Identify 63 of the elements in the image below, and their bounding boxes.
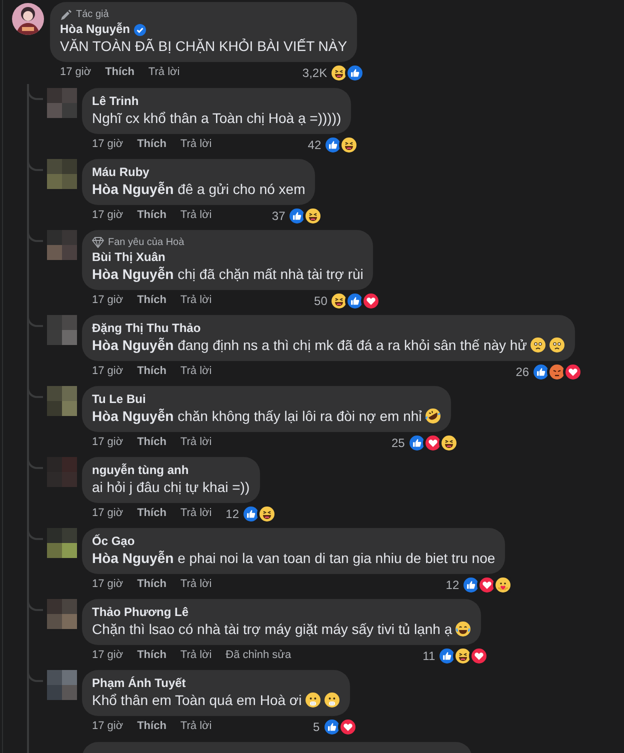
author-name: Lê Trinh [92, 94, 139, 109]
comment-text: Chặn thì lsao có nhà tài trợ máy giặt máy sấy tivi tủ lạnh ạ [92, 620, 472, 639]
reply-link[interactable]: Trả lời [148, 64, 180, 81]
reply-link[interactable]: Trả lời [180, 363, 212, 380]
comment-text: Khổ thân em Toàn quá em Hoà ơi [92, 691, 340, 710]
reply-link[interactable]: Trả lời [180, 718, 212, 735]
comment-text: ai hỏi j đâu chị tự khai =)) [92, 478, 250, 497]
comment-text: Hòa Nguyễn chị đã chặn mất nhà tài trợ rùi [92, 265, 364, 284]
comment-text: VĂN TOÀN ĐÃ BỊ CHẶN KHỎI BÀI VIẾT NÀY [60, 37, 348, 56]
comment-time: 17 giờ [92, 719, 124, 734]
reaction-count: 50 [314, 292, 328, 310]
like-link[interactable]: Thích [137, 576, 166, 593]
reply-link[interactable]: Trả lời [180, 576, 212, 593]
comment-text: Hòa Nguyễn e phai noi la van toan di tan gia nhiu de biet tru noe [92, 549, 496, 568]
author-name: Đặng Thị Thu Thảo [92, 321, 201, 336]
author-name: Thảo Phương Lê [92, 605, 189, 620]
author-name: Ốc Gạo [92, 534, 135, 549]
like-link[interactable]: Thích [137, 647, 166, 664]
comment-time: 17 giờ [92, 648, 124, 664]
reaction-count: 11 [422, 648, 436, 664]
comment-time: 17 giờ [92, 208, 124, 224]
comment-text: Hòa Nguyễn đang định ns a thì chị mk đã đá a ra khỏi sân thế này hử [92, 336, 566, 355]
like-link[interactable]: Thích [105, 64, 134, 81]
author-label: Fan yêu của Hoà [108, 236, 184, 249]
reaction-count: 37 [272, 208, 286, 224]
reaction-count: 12 [226, 506, 240, 522]
reply-link[interactable]: Trả lời [180, 505, 212, 522]
reply-link[interactable]: Trả lời [180, 136, 212, 153]
reply-link[interactable]: Trả lời [180, 207, 212, 224]
like-link[interactable]: Thích [137, 505, 166, 522]
like-link[interactable]: Thích [137, 207, 166, 224]
comment-time: 17 giờ [92, 364, 124, 380]
comment-time: 17 giờ [60, 65, 92, 80]
comment-time: 17 giờ [92, 435, 124, 450]
reaction-count: 3,2K [302, 64, 328, 82]
reaction-count: 25 [391, 434, 405, 452]
reaction-count: 5 [313, 718, 320, 736]
comment-text: Hòa Nguyễn đê a gửi cho nó xem [92, 180, 306, 199]
author-name: Tu Le Bui [92, 392, 146, 407]
like-link[interactable]: Thích [137, 434, 166, 451]
author-name: Máu Ruby [92, 165, 150, 180]
author-name: Hòa Nguyễn [60, 22, 130, 37]
reply-link[interactable]: Trả lời [180, 647, 212, 664]
author-name: Phạm Ánh Tuyết [92, 676, 186, 691]
reaction-count: 12 [446, 576, 460, 594]
like-link[interactable]: Thích [137, 363, 166, 380]
like-link[interactable]: Thích [137, 292, 166, 309]
edited-label: Đã chỉnh sửa [226, 648, 292, 664]
reaction-count: 42 [308, 136, 322, 154]
reply-link[interactable]: Trả lời [180, 434, 212, 451]
like-link[interactable]: Thích [137, 718, 166, 735]
author-name: nguyễn tùng anh [92, 463, 189, 478]
comment-time: 17 giờ [92, 506, 124, 522]
reaction-count: 26 [516, 364, 530, 380]
author-label: Tác giả [76, 8, 109, 21]
comment-text: Hòa Nguyễn chăn không thấy lại lôi ra đòi nợ em nhỉ [92, 407, 441, 426]
comment-time: 17 giờ [92, 293, 124, 308]
author-name: Bùi Thị Xuân [92, 250, 166, 265]
comment-time: 17 giờ [92, 137, 124, 152]
like-link[interactable]: Thích [137, 136, 166, 153]
reply-link[interactable]: Trả lời [180, 292, 212, 309]
comment-time: 17 giờ [92, 577, 124, 592]
comment-text: Nghĩ cx khổ thân a Toàn chị Hoà ạ =))))) [92, 109, 342, 128]
